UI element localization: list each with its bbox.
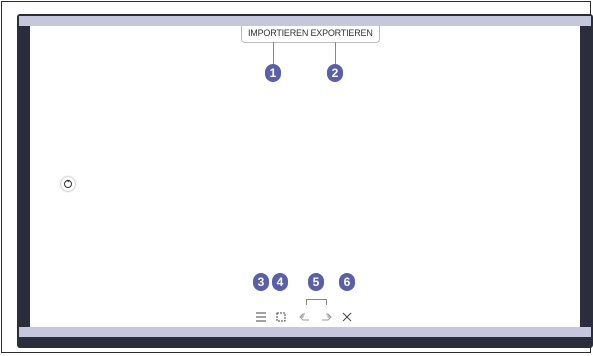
export-button[interactable]: EXPORTIEREN [310, 26, 372, 40]
undo-icon [299, 313, 309, 321]
callout-2: 2 [327, 64, 343, 82]
menu-button[interactable] [255, 312, 267, 325]
callout-3: 3 [253, 273, 269, 291]
callout-5: 5 [308, 273, 324, 291]
refresh-icon [64, 179, 72, 188]
callout-2-leader [335, 42, 336, 64]
redo-button[interactable] [320, 312, 332, 325]
top-menu-tab: IMPORTIEREN EXPORTIEREN [241, 26, 380, 43]
top-bar [19, 16, 591, 26]
callout-5-leader-left [306, 299, 307, 305]
bottom-bar [19, 327, 591, 337]
import-button[interactable]: IMPORTIEREN [248, 26, 308, 40]
callout-1: 1 [265, 64, 281, 82]
callout-5-leader-h [306, 299, 327, 300]
callout-4: 4 [272, 273, 288, 291]
close-button[interactable] [341, 312, 353, 325]
floating-tool-button[interactable] [61, 177, 75, 191]
select-button[interactable] [275, 312, 287, 325]
callout-5-leader-right [326, 299, 327, 305]
selection-icon [276, 312, 286, 322]
hamburger-menu-icon [256, 312, 266, 322]
callout-1-leader [273, 42, 274, 64]
canvas-area[interactable] [30, 26, 580, 327]
undo-button[interactable] [299, 312, 311, 325]
redo-icon [322, 313, 332, 321]
callout-6: 6 [339, 273, 355, 291]
close-icon [342, 312, 352, 322]
